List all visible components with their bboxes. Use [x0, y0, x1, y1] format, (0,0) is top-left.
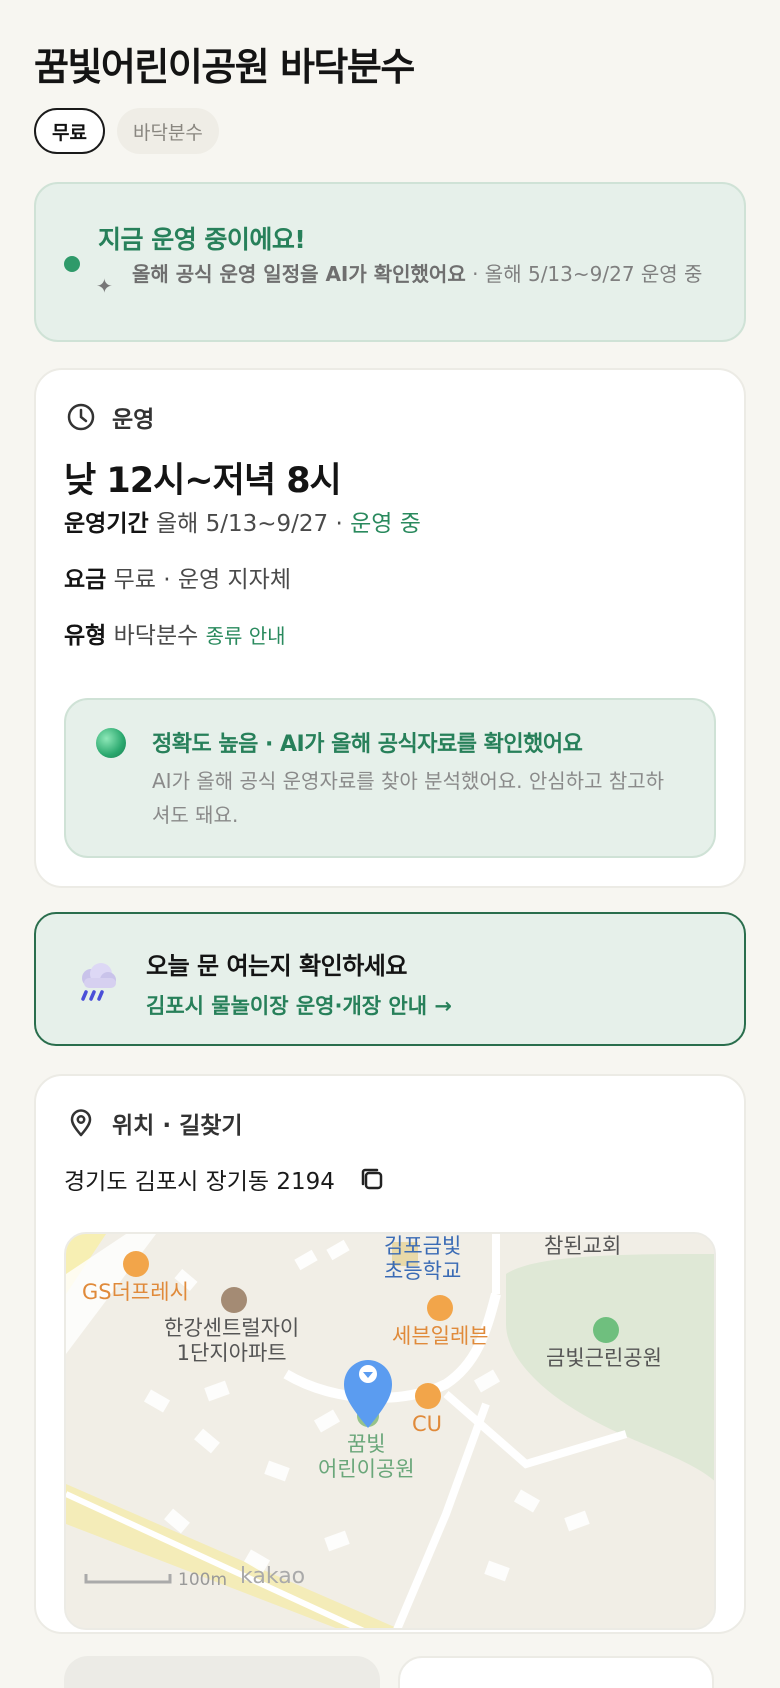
- type-row: 유형 바닥분수 종류 안내: [64, 616, 286, 650]
- operation-card: 운영 낮 12시~저녁 8시 운영기간 올해 5/13~9/27 · 운영 중 …: [34, 368, 746, 888]
- copy-icon[interactable]: [357, 1164, 387, 1194]
- map-label-apartment: 한강센트럴자이 1단지아파트: [164, 1316, 300, 1365]
- chip-floor-fountain[interactable]: 바닥분수: [116, 108, 219, 154]
- rain-cloud-icon: [81, 963, 116, 1001]
- map-label-cu: CU: [412, 1412, 443, 1436]
- type-value: 바닥분수: [113, 623, 199, 649]
- fee-label: 요금: [64, 567, 107, 593]
- banner-title: 오늘 문 여는지 확인하세요: [146, 952, 407, 980]
- location-card: 위치 · 길찾기 경기도 김포시 장기동 2194 김포금빛 초등학교 참된교회…: [34, 1074, 746, 1634]
- status-card: 지금 운영 중이에요! ✦ 올해 공식 운영 일정을 AI가 확인했어요 · 올…: [34, 182, 746, 342]
- map-label-target: 꿈빛 어린이공원: [318, 1432, 415, 1481]
- operation-label: 운영: [112, 407, 155, 433]
- period-value: 올해 5/13~9/27 ·: [155, 511, 351, 537]
- address-text: 경기도 김포시 장기동 2194: [64, 1169, 335, 1195]
- kakao-logo: kakao: [240, 1564, 306, 1589]
- accuracy-text: AI가 올해 공식 운영자료를 찾아 분석했어요. 안심하고 참고하셔도 돼요.: [152, 769, 665, 827]
- fee-value: 무료 · 운영 지자체: [113, 567, 292, 593]
- status-title: 지금 운영 중이에요!: [98, 225, 306, 254]
- sparkle-icon: ✦: [96, 274, 113, 298]
- bottom-button-left[interactable]: [64, 1656, 380, 1688]
- accuracy-box: 정확도 높음 · AI가 올해 공식자료를 확인했어요 AI가 올해 공식 운영…: [64, 698, 716, 858]
- map-label-church: 참된교회: [544, 1234, 622, 1258]
- type-guide-link[interactable]: 종류 안내: [206, 624, 286, 648]
- ai-orb-icon: [96, 728, 126, 758]
- clock-icon: [67, 403, 95, 431]
- tag-chips: 무료 바닥분수: [34, 108, 219, 154]
- bottom-button-right[interactable]: [398, 1656, 714, 1688]
- address-row: 경기도 김포시 장기동 2194: [64, 1162, 387, 1196]
- page: 꿈빛어린이공원 바닥분수 무료 바닥분수 지금 운영 중이에요! ✦ 올해 공식…: [0, 0, 780, 1688]
- period-status: 운영 중: [350, 511, 421, 537]
- period-row: 운영기간 올해 5/13~9/27 · 운영 중: [64, 504, 421, 538]
- fee-row: 요금 무료 · 운영 지자체: [64, 560, 291, 594]
- map-label-seven: 세븐일레븐: [392, 1324, 489, 1348]
- location-label: 위치 · 길찾기: [112, 1113, 243, 1139]
- location-header: 위치 · 길찾기: [66, 1106, 243, 1140]
- operating-hours: 낮 12시~저녁 8시: [64, 461, 342, 501]
- banner-link[interactable]: 김포시 물놀이장 운영·개장 안내 →: [146, 990, 452, 1020]
- map-label-park: 금빛근린공원: [546, 1346, 662, 1370]
- map-label-gs: GS더프레시: [82, 1280, 189, 1304]
- status-dot-icon: [64, 256, 80, 272]
- status-sub-bold: 올해 공식 운영 일정을 AI가 확인했어요: [132, 262, 466, 286]
- period-label: 운영기간: [64, 511, 149, 537]
- location-pin-icon: [70, 1109, 92, 1137]
- type-label: 유형: [64, 623, 107, 649]
- map-view[interactable]: 김포금빛 초등학교 참된교회 GS더프레시 한강센트럴자이 1단지아파트 세븐일레븐…: [64, 1232, 716, 1630]
- map-scale-label: 100m: [178, 1570, 228, 1590]
- chip-free[interactable]: 무료: [34, 108, 105, 154]
- check-open-banner[interactable]: 오늘 문 여는지 확인하세요 김포시 물놀이장 운영·개장 안내 →: [34, 912, 746, 1046]
- status-sub-rest: · 올해 5/13~9/27 운영 중: [465, 262, 703, 286]
- map-label-school: 김포금빛 초등학교: [384, 1234, 462, 1283]
- accuracy-title: 정확도 높음 · AI가 올해 공식자료를 확인했어요: [152, 732, 583, 757]
- status-subtext: 올해 공식 운영 일정을 AI가 확인했어요 · 올해 5/13~9/27 운영…: [132, 260, 722, 289]
- operation-header: 운영: [66, 400, 154, 434]
- page-title: 꿈빛어린이공원 바닥분수: [34, 45, 415, 89]
